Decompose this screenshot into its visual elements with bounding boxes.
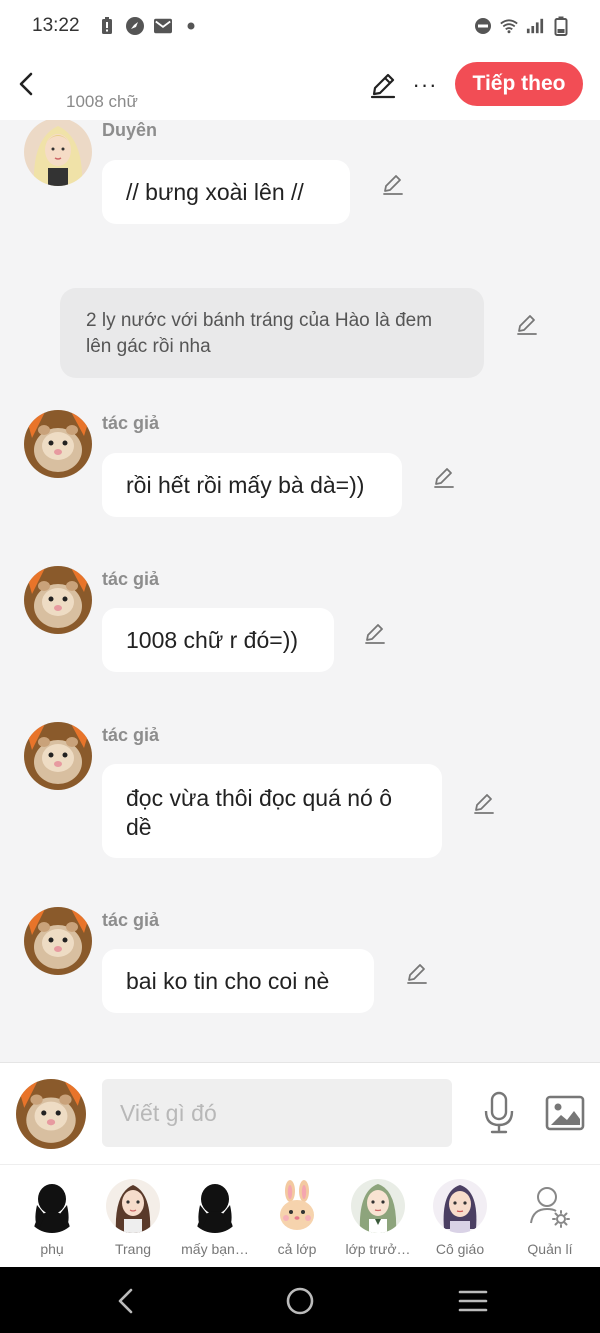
nav-back-button[interactable]: [111, 1285, 143, 1317]
character-label: Cô giáo: [435, 1241, 485, 1257]
narration-bubble[interactable]: 2 ly nước với bánh tráng của Hào là đem …: [60, 288, 484, 378]
silhouette-icon: [25, 1179, 79, 1233]
edit-message-icon[interactable]: [404, 960, 430, 986]
nav-home-button[interactable]: [284, 1285, 316, 1317]
nav-back-icon: [118, 1288, 133, 1314]
more-options-button[interactable]: ···: [410, 70, 440, 100]
status-bar: 13:22: [0, 0, 600, 52]
sender-name: tác giả: [102, 413, 160, 433]
edit-message-icon[interactable]: [514, 311, 540, 337]
status-left-icons: [98, 17, 200, 35]
status-right-icons: [474, 16, 570, 36]
character-item[interactable]: cả lớp: [256, 1179, 338, 1257]
nav-home-icon: [286, 1287, 314, 1315]
nav-menu-icon: [458, 1290, 488, 1312]
edit-button[interactable]: [368, 70, 398, 100]
character-item[interactable]: phụ: [11, 1179, 93, 1257]
avatar-author[interactable]: [24, 722, 92, 790]
microphone-icon: [484, 1091, 514, 1134]
silhouette-icon: [188, 1179, 242, 1233]
compass-icon: [125, 17, 144, 35]
character-label: mấy bạn…: [181, 1241, 249, 1257]
character-item[interactable]: Trang: [92, 1179, 174, 1257]
word-count: 1008 chữ: [66, 92, 138, 111]
input-bar: Viết gì đó: [0, 1062, 600, 1164]
character-label: Quản lí: [527, 1241, 573, 1257]
message-bubble[interactable]: rồi hết rồi mấy bà dà=)): [102, 453, 402, 517]
system-nav-bar: [0, 1267, 600, 1333]
message-bubble[interactable]: 1008 chữ r đó=)): [102, 608, 334, 672]
status-time: 13:22: [32, 15, 80, 36]
dot-icon: [182, 17, 200, 35]
sender-name: Duyên: [102, 120, 158, 140]
user-settings-icon: [523, 1179, 577, 1233]
bunny-icon: [270, 1179, 324, 1233]
battery-icon: [552, 16, 570, 36]
character-label: Trang: [114, 1241, 152, 1257]
signal-icon: [526, 17, 544, 35]
sender-name: tác giả: [102, 910, 160, 930]
do-not-disturb-icon: [474, 17, 492, 35]
image-icon: [545, 1095, 585, 1131]
image-button[interactable]: [545, 1093, 585, 1133]
next-button[interactable]: Tiếp theo: [455, 62, 583, 106]
avatar-author[interactable]: [24, 907, 92, 975]
sender-name: tác giả: [102, 725, 160, 745]
message-input[interactable]: Viết gì đó: [102, 1079, 452, 1147]
header-bar: 1008 chữ ··· Tiếp theo: [0, 52, 600, 120]
edit-message-icon[interactable]: [380, 171, 406, 197]
character-item[interactable]: mấy bạn…: [174, 1179, 256, 1257]
avatar-duyen[interactable]: [24, 120, 92, 186]
character-item[interactable]: lớp trưở…: [337, 1179, 419, 1257]
character-label: phụ: [40, 1241, 64, 1257]
voice-button[interactable]: [480, 1091, 518, 1135]
message-bubble[interactable]: // bưng xoài lên //: [102, 160, 350, 224]
edit-message-icon[interactable]: [471, 790, 497, 816]
nav-recents-button[interactable]: [457, 1285, 489, 1317]
message-bubble[interactable]: bai ko tin cho coi nè: [102, 949, 374, 1013]
chevron-left-icon: [19, 72, 33, 96]
mail-icon: [153, 17, 172, 35]
wifi-icon: [500, 17, 518, 35]
more-icon: ···: [412, 72, 438, 97]
character-label: lớp trưở…: [345, 1241, 411, 1257]
manage-characters-button[interactable]: Quản lí: [509, 1179, 591, 1257]
message-bubble[interactable]: đọc vừa thôi đọc quá nó ô dề: [102, 764, 442, 858]
back-button[interactable]: [12, 66, 40, 102]
edit-message-icon[interactable]: [362, 620, 388, 646]
sender-name: tác giả: [102, 569, 160, 589]
character-label: cả lớp: [277, 1241, 317, 1257]
battery-alert-icon: [98, 17, 116, 35]
girl-brown-hair-icon: [106, 1179, 160, 1233]
current-speaker-avatar[interactable]: [16, 1079, 86, 1149]
avatar-author[interactable]: [24, 410, 92, 478]
edit-message-icon[interactable]: [431, 464, 457, 490]
avatar-author[interactable]: [24, 566, 92, 634]
girl-green-hair-icon: [351, 1179, 405, 1233]
chat-area[interactable]: Duyên // bưng xoài lên // 2 ly nước với …: [0, 120, 600, 1060]
woman-purple-hair-icon: [433, 1179, 487, 1233]
character-bar: phụ Trang mấy bạn… cả lớp lớp trưở… Cô g…: [0, 1164, 600, 1267]
character-item[interactable]: Cô giáo: [419, 1179, 501, 1257]
pencil-icon: [370, 73, 396, 99]
